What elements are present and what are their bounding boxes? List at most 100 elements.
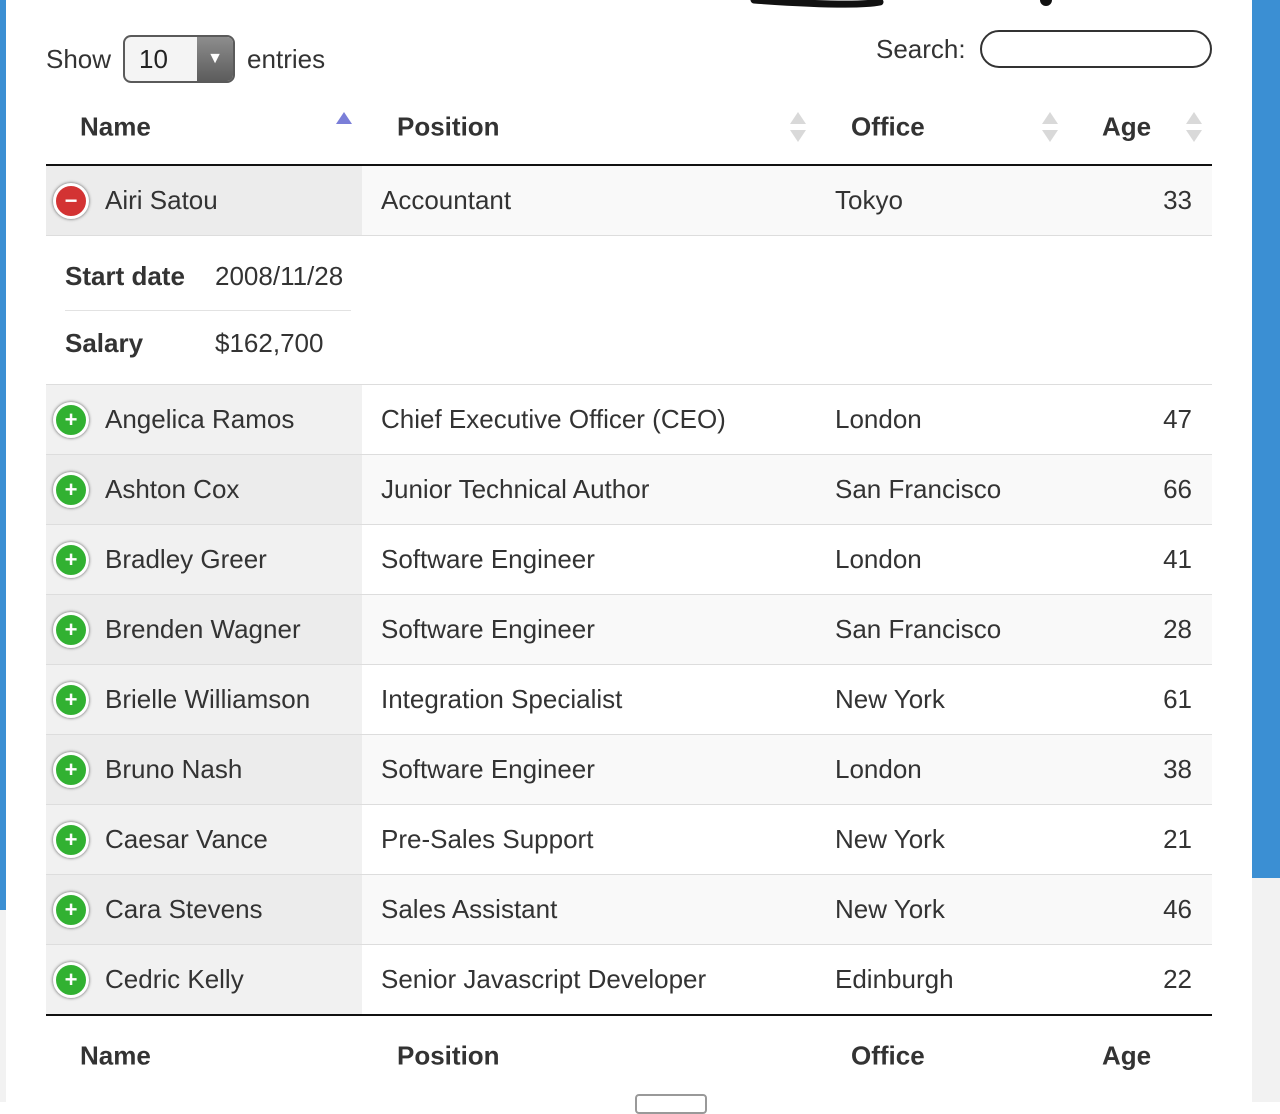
column-header-name[interactable]: Name — [46, 90, 362, 166]
entries-label: entries — [247, 43, 326, 74]
show-label: Show — [46, 43, 112, 74]
cell-position: Software Engineer — [362, 524, 816, 595]
cell-position: Software Engineer — [362, 734, 816, 805]
cell-office: London — [816, 384, 1068, 455]
row-name: Angelica Ramos — [105, 404, 295, 434]
footer-header-name: Name — [46, 1014, 362, 1096]
cell-office: Tokyo — [816, 165, 1068, 236]
column-header-age[interactable]: Age — [1068, 90, 1212, 166]
plus-circle-icon[interactable]: + — [53, 541, 89, 578]
plus-circle-icon[interactable]: + — [53, 751, 89, 788]
plus-circle-icon[interactable]: + — [53, 821, 89, 858]
cell-name: + Caesar Vance — [46, 804, 362, 875]
cell-position: Software Engineer — [362, 594, 816, 665]
cell-name: − Airi Satou — [46, 165, 362, 236]
table-row: + Ashton Cox Junior Technical Author San… — [46, 454, 1212, 525]
caret-down-icon: ▼ — [197, 37, 234, 81]
length-control: Show 10 ▼ entries — [46, 34, 325, 84]
employee-table: Name Position Office Age − Airi Satou Ac… — [46, 90, 1212, 1096]
cell-age: 33 — [1068, 165, 1212, 236]
cell-name: + Brielle Williamson — [46, 664, 362, 735]
plus-circle-icon[interactable]: + — [53, 681, 89, 718]
cell-name: + Cedric Kelly — [46, 944, 362, 1016]
cell-name: + Bradley Greer — [46, 524, 362, 595]
footer-header-office: Office — [816, 1014, 1068, 1096]
cell-position: Pre-Sales Support — [362, 804, 816, 875]
table-row: + Angelica Ramos Chief Executive Officer… — [46, 384, 1212, 455]
plus-circle-icon[interactable]: + — [53, 891, 89, 928]
table-row: + Caesar Vance Pre-Sales Support New Yor… — [46, 804, 1212, 875]
plus-circle-icon[interactable]: + — [53, 471, 89, 508]
detail-value: $162,700 — [215, 328, 324, 358]
page-edge-left — [0, 0, 6, 910]
entries-per-page-value: 10 — [139, 43, 168, 74]
cell-age: 41 — [1068, 524, 1212, 595]
table-footer-row: Name Position Office Age — [46, 1014, 1212, 1096]
cell-office: London — [816, 524, 1068, 595]
cell-age: 61 — [1068, 664, 1212, 735]
row-details-list: Start date 2008/11/28 Salary $162,700 — [65, 244, 351, 377]
table-row: + Cedric Kelly Senior Javascript Develop… — [46, 944, 1212, 1016]
header-decoration — [750, 0, 1052, 8]
column-header-position[interactable]: Position — [362, 90, 816, 166]
detail-item: Start date 2008/11/28 — [65, 244, 351, 310]
page-edge-right — [1252, 0, 1280, 878]
detail-label: Start date — [65, 261, 185, 291]
footer-header-age: Age — [1068, 1014, 1212, 1096]
table-row: + Brenden Wagner Software Engineer San F… — [46, 594, 1212, 665]
column-header-office[interactable]: Office — [816, 90, 1068, 166]
minus-circle-icon[interactable]: − — [53, 182, 89, 219]
sort-arrows-icon — [790, 112, 806, 142]
plus-circle-icon[interactable]: + — [53, 401, 89, 438]
cell-office: London — [816, 734, 1068, 805]
cell-position: Accountant — [362, 165, 816, 236]
row-name: Cara Stevens — [105, 894, 263, 924]
cell-position: Chief Executive Officer (CEO) — [362, 384, 816, 455]
cell-position: Integration Specialist — [362, 664, 816, 735]
plus-circle-icon[interactable]: + — [53, 961, 89, 998]
cell-position: Sales Assistant — [362, 874, 816, 945]
row-name: Bradley Greer — [105, 544, 267, 574]
column-header-position-label: Position — [397, 111, 500, 142]
page-edge-right-bottom — [1252, 878, 1280, 1102]
footer-header-position: Position — [362, 1014, 816, 1096]
row-name: Bruno Nash — [105, 754, 243, 784]
table-row: − Airi Satou Accountant Tokyo 33 — [46, 165, 1212, 236]
cell-position: Junior Technical Author — [362, 454, 816, 525]
sort-ascending-icon — [336, 112, 352, 142]
table-header-row: Name Position Office Age — [46, 90, 1212, 166]
footer-header-age-label: Age — [1102, 1040, 1152, 1071]
plus-circle-icon[interactable]: + — [53, 611, 89, 648]
detail-item: Salary $162,700 — [65, 309, 351, 377]
row-name: Brielle Williamson — [105, 684, 311, 714]
pagination-button[interactable] — [635, 1094, 707, 1114]
sort-arrows-icon — [1042, 112, 1058, 142]
cell-office: Edinburgh — [816, 944, 1068, 1016]
search-input[interactable] — [979, 30, 1212, 68]
cell-name: + Brenden Wagner — [46, 594, 362, 665]
row-details: Start date 2008/11/28 Salary $162,700 — [46, 235, 1212, 385]
footer-header-position-label: Position — [397, 1040, 500, 1071]
entries-per-page-select[interactable]: 10 ▼ — [123, 35, 236, 83]
cell-name: + Angelica Ramos — [46, 384, 362, 455]
cell-position: Senior Javascript Developer — [362, 944, 816, 1016]
search-control: Search: — [876, 30, 1212, 68]
table-row: + Bradley Greer Software Engineer London… — [46, 524, 1212, 595]
row-details-cell: Start date 2008/11/28 Salary $162,700 — [46, 235, 1212, 385]
row-name: Cedric Kelly — [105, 964, 244, 994]
cell-age: 66 — [1068, 454, 1212, 525]
sort-arrows-icon — [1186, 112, 1202, 142]
cell-name: + Cara Stevens — [46, 874, 362, 945]
search-label: Search: — [876, 33, 966, 64]
cell-age: 28 — [1068, 594, 1212, 665]
footer-header-name-label: Name — [80, 1040, 151, 1071]
column-header-age-label: Age — [1102, 111, 1152, 142]
cell-office: San Francisco — [816, 594, 1068, 665]
table-row: + Bruno Nash Software Engineer London 38 — [46, 734, 1212, 805]
cell-name: + Ashton Cox — [46, 454, 362, 525]
table-row: + Cara Stevens Sales Assistant New York … — [46, 874, 1212, 945]
cell-age: 22 — [1068, 944, 1212, 1016]
row-name: Airi Satou — [105, 185, 218, 215]
cell-office: New York — [816, 874, 1068, 945]
table-row: + Brielle Williamson Integration Special… — [46, 664, 1212, 735]
